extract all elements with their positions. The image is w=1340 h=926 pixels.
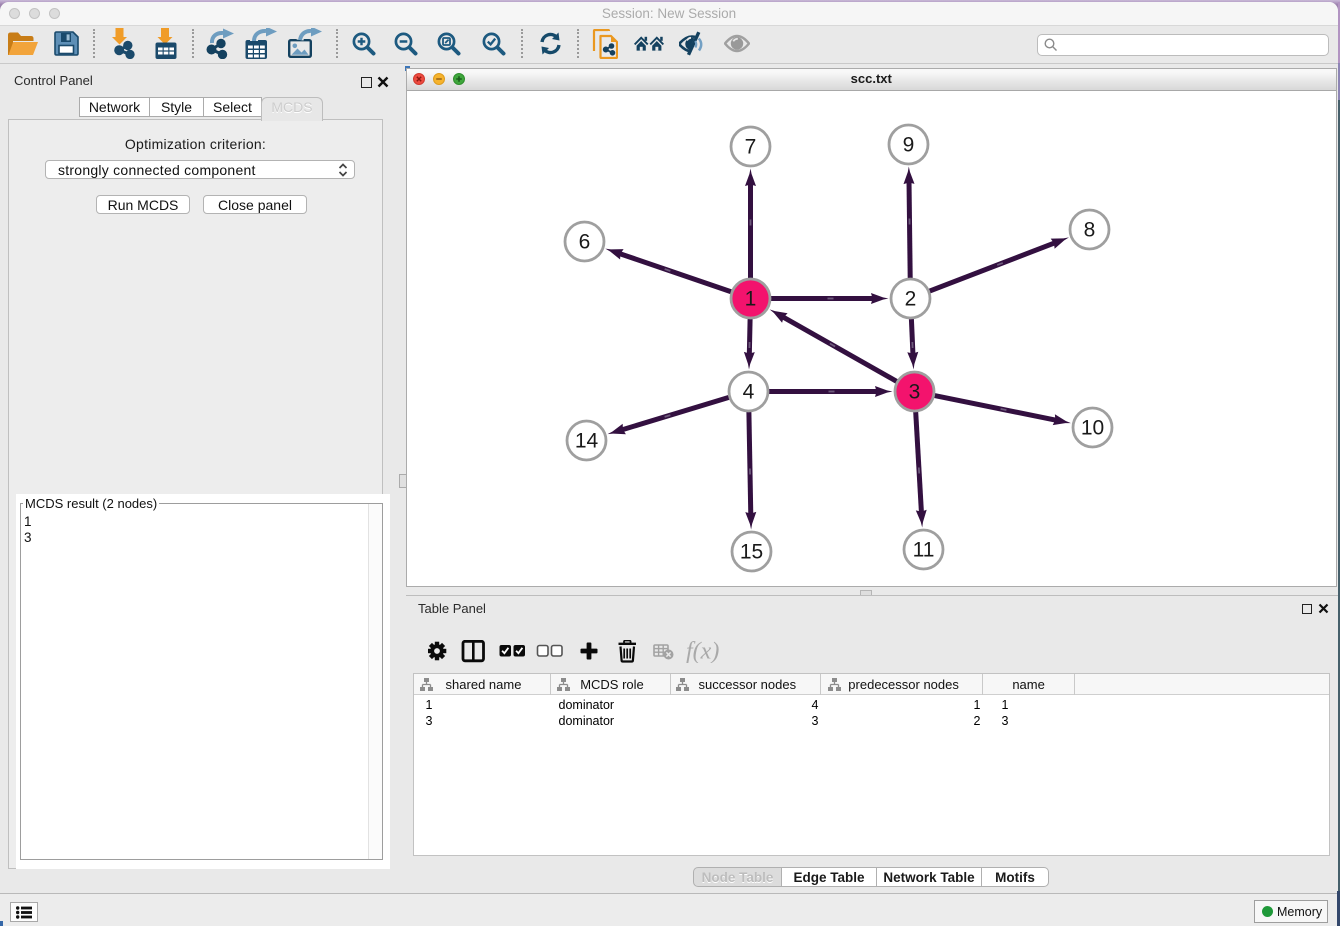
svg-text:14: 14 [574, 429, 598, 452]
svg-text:15: 15 [739, 540, 762, 563]
svg-text:3: 3 [908, 380, 920, 403]
svg-text:7: 7 [744, 135, 756, 158]
svg-text:1: 1 [744, 287, 756, 310]
svg-text:4: 4 [742, 380, 754, 403]
svg-text:6: 6 [578, 230, 590, 253]
svg-text:f(x): f(x) [686, 640, 719, 663]
svg-text:2: 2 [904, 287, 916, 310]
svg-text:8: 8 [1083, 218, 1095, 241]
svg-text:11: 11 [912, 538, 934, 561]
svg-text:10: 10 [1080, 416, 1103, 439]
svg-text:9: 9 [902, 133, 914, 156]
